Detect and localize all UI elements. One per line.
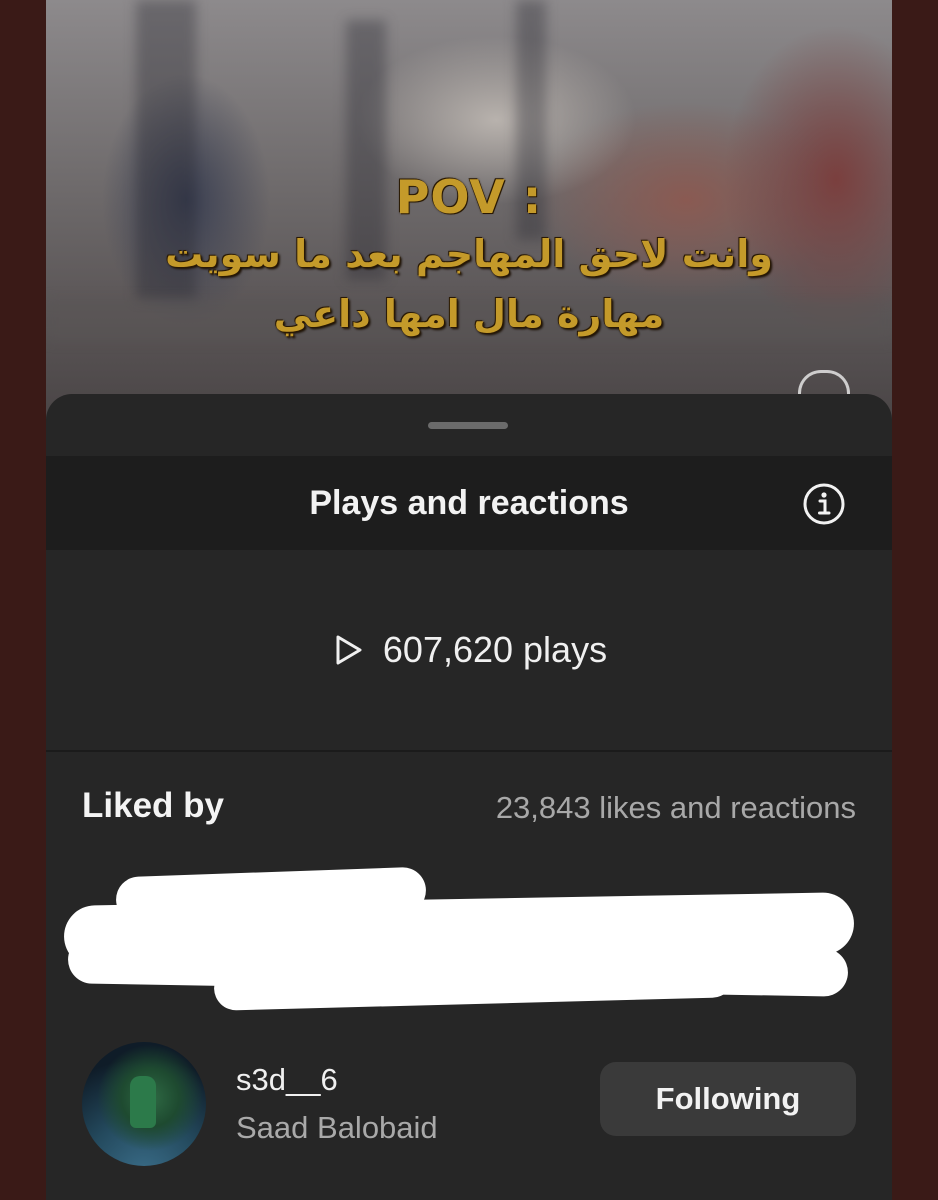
video-overlay-line-1: وانت لاحق المهاجم بعد ما سويت (165, 232, 773, 276)
likes-count[interactable]: 23,843 likes and reactions (496, 790, 856, 826)
plays-reactions-sheet: Plays and reactions 607,620 plays Liked … (46, 394, 892, 1200)
username[interactable]: s3d__6 (236, 1062, 338, 1098)
play-icon (336, 635, 362, 665)
info-icon[interactable] (802, 482, 846, 526)
sheet-drag-handle[interactable] (428, 422, 508, 429)
phone-screen: POV : وانت لاحق المهاجم بعد ما سويت مهار… (46, 0, 892, 1200)
plays-count-row: 607,620 plays (46, 629, 892, 670)
video-preview[interactable]: POV : وانت لاحق المهاجم بعد ما سويت مهار… (46, 0, 892, 420)
video-overlay-line-2: مهارة مال امها داعي (273, 292, 665, 336)
avatar[interactable] (82, 1042, 206, 1166)
following-button[interactable]: Following (600, 1062, 856, 1136)
full-name: Saad Balobaid (236, 1110, 438, 1145)
liked-by-label: Liked by (82, 786, 224, 825)
sheet-header: Plays and reactions (46, 456, 892, 550)
avatar-player-figure (130, 1076, 156, 1128)
section-divider (46, 750, 892, 752)
sheet-title: Plays and reactions (309, 484, 629, 522)
liked-by-user-row[interactable]: s3d__6 Saad Balobaid Following (82, 1042, 856, 1168)
video-overlay-title: POV : (395, 170, 543, 224)
plays-count: 607,620 plays (382, 629, 608, 670)
